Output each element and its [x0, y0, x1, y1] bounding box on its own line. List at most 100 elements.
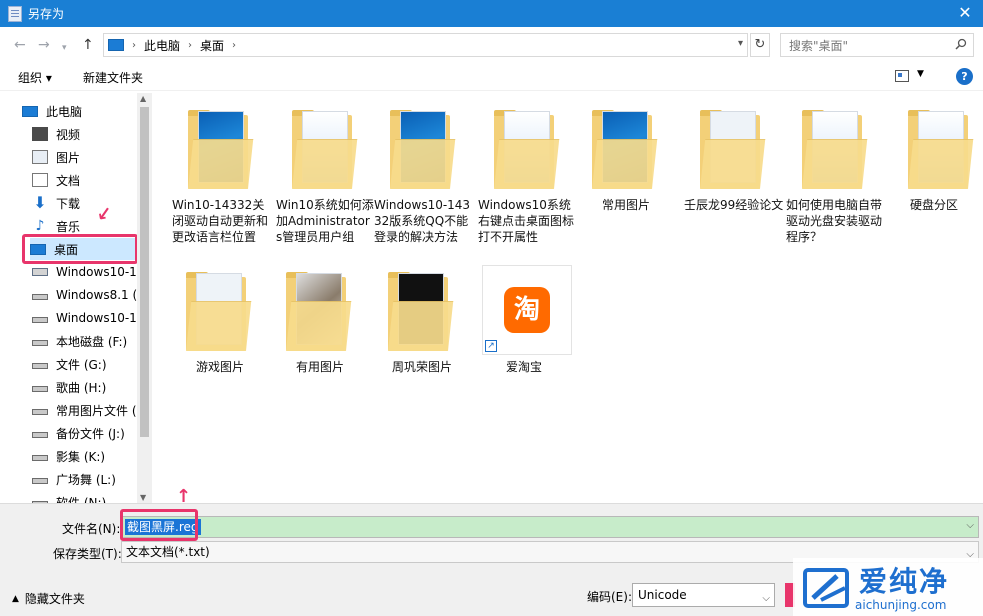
sidebar-item-drive-e[interactable]: Windows10-14 — [32, 307, 146, 329]
chevron-right-icon: › — [232, 39, 237, 51]
file-label: Win10-14332关闭驱动自动更新和更改语言栏位置 — [172, 198, 269, 244]
breadcrumb-this-pc[interactable]: 此电脑 — [144, 37, 180, 54]
new-folder-button[interactable]: 新建文件夹 — [83, 69, 143, 86]
refresh-button[interactable]: ↻ — [750, 33, 770, 57]
chevron-down-icon[interactable]: ⌵ — [966, 520, 974, 531]
file-item[interactable]: 壬辰龙99经验论文 — [684, 97, 784, 255]
folder-icon — [908, 109, 974, 189]
sidebar-item-drive-d[interactable]: Windows8.1 (D — [32, 284, 146, 306]
sidebar-item-documents[interactable]: 文档 — [32, 169, 146, 191]
watermark-text: 爱纯净 — [859, 565, 950, 598]
file-item[interactable]: 如何使用电脑自带驱动光盘安装驱动程序？ — [786, 97, 886, 255]
breadcrumb-desktop[interactable]: 桌面 — [200, 37, 224, 54]
file-label: 如何使用电脑自带驱动光盘安装驱动程序？ — [786, 198, 883, 244]
sidebar-item-drive-n[interactable]: 软件 (N:) — [32, 491, 146, 503]
file-label: 壬辰龙99经验论文 — [684, 198, 784, 212]
encoding-select[interactable]: Unicode ⌵ — [632, 583, 775, 607]
scroll-up-icon[interactable]: ▲ — [140, 94, 146, 103]
sidebar-item-drive-c[interactable]: Windows10-14 — [32, 261, 146, 283]
sidebar-item-drive-g[interactable]: 文件 (G:) — [32, 353, 146, 375]
download-icon: ⬇ — [33, 193, 47, 212]
file-item[interactable]: 硬盘分区 — [892, 97, 976, 255]
watermark-url: aichunjing.com — [855, 598, 947, 612]
up-button[interactable]: ↑ — [82, 36, 94, 54]
drive-icon — [32, 317, 48, 323]
sidebar-item-downloads[interactable]: ⬇ 下载 — [32, 192, 146, 214]
sidebar-item-label: 文件 (G:) — [56, 357, 107, 372]
sidebar-item-this-pc[interactable]: 此电脑 — [22, 100, 136, 122]
close-button[interactable]: ✕ — [953, 2, 977, 24]
address-dropdown-icon[interactable]: ▾ — [738, 38, 743, 49]
hide-folders-toggle[interactable]: ▲ 隐藏文件夹 — [12, 590, 85, 607]
sidebar-item-videos[interactable]: 视频 — [32, 123, 146, 145]
folder-icon — [700, 109, 766, 189]
back-button[interactable]: ← — [14, 36, 26, 54]
sidebar-item-label: Windows8.1 (D — [56, 288, 146, 302]
watermark: 爱纯净 aichunjing.com — [793, 558, 983, 616]
title-bar: 另存为 ✕ — [0, 0, 983, 27]
sidebar-item-label: 图片 — [56, 150, 81, 165]
sidebar-item-label: 常用图片文件 (I: — [56, 403, 145, 418]
search-input[interactable]: 搜索"桌面" — [780, 33, 974, 57]
sidebar-item-drive-j[interactable]: 备份文件 (J:) — [32, 422, 146, 444]
scroll-down-icon[interactable]: ▼ — [140, 493, 146, 502]
sidebar-item-label: Windows10-14 — [56, 265, 145, 279]
file-item[interactable]: 游戏图片 — [170, 259, 270, 417]
sidebar-item-label: 歌曲 (H:) — [56, 380, 107, 395]
navigation-bar: ← → ▾ ↑ › 此电脑 › 桌面 › ▾ ↻ 搜索"桌面" — [0, 27, 983, 63]
file-item[interactable]: Windows10-14332版系统QQ不能登录的解决方法 — [374, 97, 474, 255]
filename-input[interactable]: 截图黑屏.reg ⌵ — [121, 516, 979, 538]
filename-label: 文件名(N): — [62, 522, 121, 536]
sidebar-item-drive-i[interactable]: 常用图片文件 (I: — [32, 399, 146, 421]
chevron-down-icon[interactable]: ⌵ — [762, 588, 770, 610]
drive-icon — [32, 340, 48, 346]
folder-icon — [388, 271, 454, 351]
drive-icon — [32, 432, 48, 438]
filename-highlight-box — [120, 509, 198, 541]
sidebar-item-drive-l[interactable]: 广场舞 (L:) — [32, 468, 146, 490]
file-label: 游戏图片 — [195, 360, 244, 374]
forward-button[interactable]: → — [38, 36, 50, 54]
sidebar-scrollbar[interactable]: ▲ ▼ — [137, 93, 152, 503]
sidebar-item-drive-f[interactable]: 本地磁盘 (F:) — [32, 330, 146, 352]
sidebar-item-drive-k[interactable]: 影集 (K:) — [32, 445, 146, 467]
file-item[interactable]: Win10系统如何添加Administrators管理员用户组 — [276, 97, 376, 255]
watermark-logo-icon — [803, 568, 849, 608]
folder-icon — [390, 109, 456, 189]
file-item[interactable]: 有用图片 — [270, 259, 370, 417]
help-button[interactable]: ? — [956, 68, 973, 85]
encoding-value: Unicode — [638, 588, 687, 602]
file-item[interactable]: Win10-14332关闭驱动自动更新和更改语言栏位置 — [172, 97, 272, 255]
sidebar-item-label: 视频 — [56, 127, 81, 142]
view-options-icon[interactable] — [895, 70, 909, 82]
address-bar[interactable]: › 此电脑 › 桌面 › ▾ — [103, 33, 748, 57]
file-item[interactable]: Windows10系统右键点击桌面图标打不开属性 — [478, 97, 578, 255]
sidebar-item-pictures[interactable]: 图片 — [32, 146, 146, 168]
file-label: 常用图片 — [601, 198, 650, 212]
drive-icon — [32, 363, 48, 369]
documents-icon — [32, 173, 48, 187]
sidebar-item-label: Windows10-14 — [56, 311, 145, 325]
file-label: Win10系统如何添加Administrators管理员用户组 — [276, 198, 374, 244]
sidebar-item-label: 备份文件 (J:) — [56, 426, 125, 441]
file-label: 周巩荣图片 — [391, 360, 452, 374]
view-dropdown-icon[interactable]: ▼ — [917, 69, 924, 79]
scrollbar-thumb[interactable] — [140, 107, 149, 437]
filetype-value: 文本文档(*.txt) — [126, 545, 210, 559]
drive-icon — [32, 478, 48, 484]
folder-icon — [802, 109, 868, 189]
encoding-label: 编码(E): — [587, 590, 632, 604]
recent-locations-button[interactable]: ▾ — [62, 39, 67, 57]
file-item[interactable]: 常用图片 — [576, 97, 676, 255]
file-label-container: 爱淘宝 — [474, 259, 574, 379]
file-label: Windows10系统右键点击桌面图标打不开属性 — [478, 198, 575, 244]
pc-icon — [22, 105, 38, 117]
file-item[interactable]: 周巩荣图片 — [372, 259, 472, 417]
folder-icon — [592, 109, 658, 189]
sidebar-item-label: 文档 — [56, 173, 81, 188]
sidebar-item-label: 此电脑 — [46, 104, 83, 119]
music-icon: ♪ — [35, 218, 45, 234]
organize-menu[interactable]: 组织 ▾ — [18, 69, 52, 86]
caret-up-icon: ▲ — [12, 593, 19, 604]
sidebar-item-drive-h[interactable]: 歌曲 (H:) — [32, 376, 146, 398]
